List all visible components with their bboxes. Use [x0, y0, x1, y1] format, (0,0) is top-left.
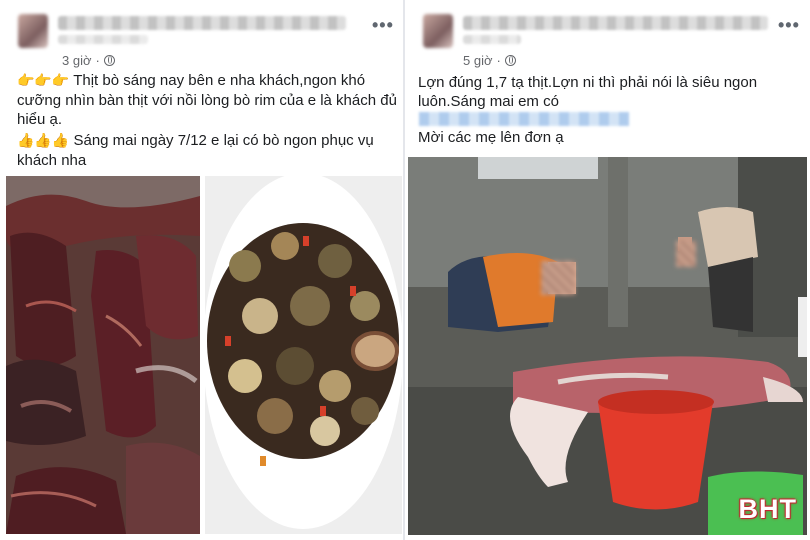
globe-icon — [504, 55, 516, 66]
slaughterhouse-illustration — [408, 157, 807, 535]
facebook-post-beef: 3 giờ · ••• 👉👉👉 Thịt bò sáng nay bên e n… — [0, 0, 405, 540]
facebook-post-pork: 5 giờ · ••• Lợn đúng 1,7 tạ thịt.Lợn ni … — [405, 0, 810, 540]
author-subname-blurred — [58, 35, 148, 44]
pig-carcass-photo[interactable]: BHT — [408, 157, 807, 535]
post-text: 👉👉👉 Thịt bò sáng nay bên e nha khách,ngo… — [17, 71, 397, 170]
author-name-blurred[interactable] — [463, 16, 768, 30]
post-text-line2: Sáng mai ngày 7/12 e lại có bò ngon phục… — [17, 132, 374, 169]
beef-meat-illustration — [6, 176, 200, 534]
blurred-phone-link[interactable] — [419, 112, 629, 126]
post-text-line1: Thịt bò sáng nay bên e nha khách,ngon kh… — [17, 72, 397, 128]
face-blur-patch — [676, 241, 696, 267]
author-name-blurred[interactable] — [58, 16, 346, 30]
avatar-blurred[interactable] — [423, 14, 453, 48]
post-time[interactable]: 5 giờ — [463, 53, 493, 68]
avatar-blurred[interactable] — [18, 14, 48, 48]
globe-icon — [103, 55, 115, 66]
post-time[interactable]: 3 giờ — [62, 53, 92, 68]
watermark-logo: BHT — [738, 494, 797, 524]
face-blur-patch — [541, 261, 575, 295]
post-meta: 3 giờ · — [62, 53, 115, 68]
more-options-icon[interactable]: ••• — [778, 16, 800, 34]
post-text: Lợn đúng 1,7 tạ thịt.Lợn ni thì phải nói… — [418, 74, 758, 110]
stew-bowl-illustration — [205, 176, 402, 534]
post-meta: 5 giờ · — [463, 53, 516, 68]
beef-meat-photo[interactable] — [6, 176, 200, 534]
thumbs-up-emoji-icon: 👍👍👍 — [17, 133, 70, 149]
post-text-line2: Mời các mẹ lên đơn ạ — [418, 129, 564, 146]
author-subname-blurred — [463, 35, 521, 44]
tripe-stew-bowl-photo[interactable] — [205, 176, 402, 534]
more-options-icon[interactable]: ••• — [372, 16, 394, 34]
point-right-emoji-icon: 👉👉👉 — [17, 73, 70, 89]
